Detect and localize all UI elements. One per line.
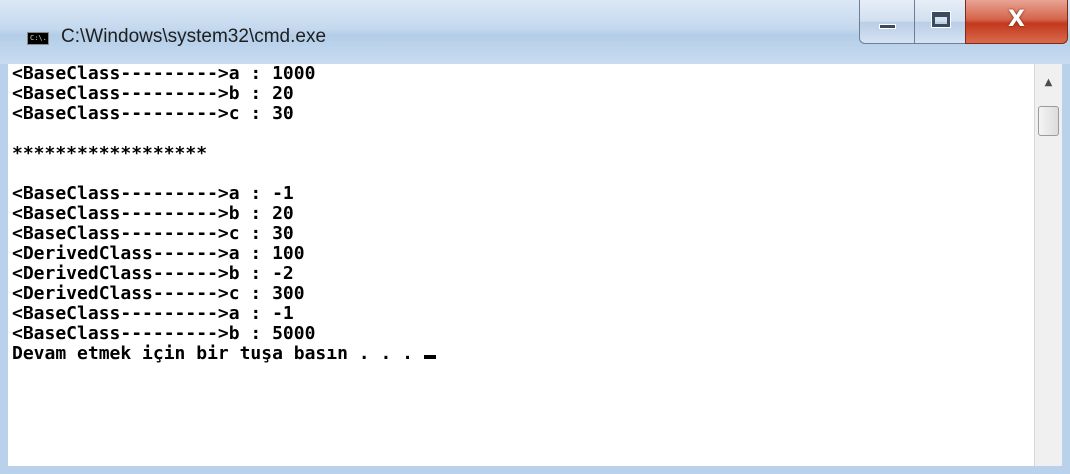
maximize-button[interactable] <box>914 0 966 44</box>
scroll-up-arrow-icon[interactable]: ▲ <box>1035 64 1062 102</box>
caption-buttons: X <box>859 0 1070 46</box>
console-line: <BaseClass--------->b : 5000 <box>12 323 316 344</box>
console-line: <BaseClass--------->b : 20 <box>12 83 294 104</box>
console-line: <DerivedClass------>b : -2 <box>12 263 294 284</box>
vertical-scrollbar[interactable]: ▲ <box>1034 64 1062 466</box>
prompt-text: Devam etmek için bir tuşa basın . . . <box>12 343 424 364</box>
maximize-icon <box>932 12 950 27</box>
minimize-button[interactable] <box>859 0 915 44</box>
console-line: <BaseClass--------->a : 1000 <box>12 64 316 84</box>
console-line: <DerivedClass------>c : 300 <box>12 283 305 304</box>
text-cursor <box>423 355 436 359</box>
window-title: C:\Windows\system32\cmd.exe <box>61 26 327 47</box>
prompt-line: Devam etmek için bir tuşa basın . . . <box>8 344 1034 364</box>
minimize-icon <box>879 24 896 29</box>
console-line: <BaseClass--------->c : 30 <box>12 223 294 244</box>
close-button[interactable]: X <box>965 0 1068 44</box>
console-line: <BaseClass--------->b : 20 <box>12 203 294 224</box>
console-line: <DerivedClass------>a : 100 <box>12 243 305 264</box>
window-frame-right <box>1062 64 1070 474</box>
cmd-icon[interactable]: C:\. <box>27 32 49 45</box>
scroll-thumb[interactable] <box>1038 106 1059 136</box>
console-line: <BaseClass--------->a : -1 <box>12 183 294 204</box>
console-output[interactable]: <BaseClass--------->a : 1000 <BaseClass-… <box>8 64 1034 466</box>
title-bar[interactable]: C:\. C:\Windows\system32\cmd.exe X <box>0 0 1070 64</box>
cmd-window: C:\. C:\Windows\system32\cmd.exe X <Base… <box>0 0 1070 474</box>
console-line: <BaseClass--------->c : 30 <box>12 103 294 124</box>
console-line: <BaseClass--------->a : -1 <box>12 303 294 324</box>
close-icon: X <box>1008 7 1025 32</box>
console-line: ****************** <box>12 143 208 164</box>
